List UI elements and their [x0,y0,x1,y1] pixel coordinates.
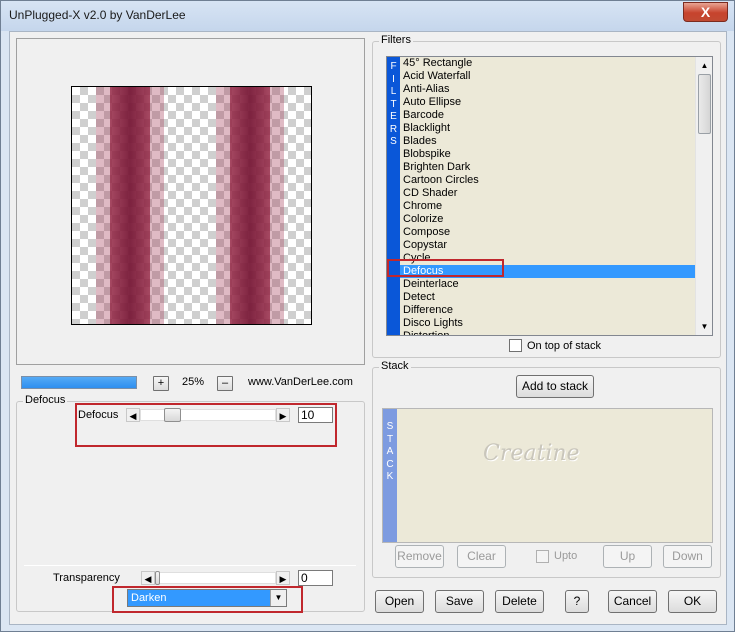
zoom-level: 25% [182,376,205,388]
filter-list-item[interactable]: Detect [400,291,697,304]
filter-list-scrollbar[interactable]: ▲ ▼ [695,57,712,335]
filter-list-item[interactable]: Anti-Alias [400,83,697,96]
filter-list-item[interactable]: Blacklight [400,122,697,135]
stack-group-title: Stack [379,360,411,372]
save-button[interactable]: Save [435,590,484,613]
transparency-slider[interactable]: ◀ ▶ [141,571,290,585]
filter-list-item[interactable]: Acid Waterfall [400,70,697,83]
zoom-out-button[interactable]: – [217,376,233,391]
title-bar[interactable]: UnPlugged-X v2.0 by VanDerLee X [1,1,734,31]
filters-strip: FILTERS [387,57,400,335]
dialog-client: + 25% – www.VanDerLee.com Defocus Defocu… [9,31,727,625]
preview-panel [16,38,365,365]
zoom-in-button[interactable]: + [153,376,169,391]
transparency-slider-thumb[interactable] [155,571,160,585]
upto-checkbox[interactable] [536,550,549,563]
blend-mode-highlight [112,586,303,613]
plugin-window: UnPlugged-X v2.0 by VanDerLee X + 25% – … [0,0,735,632]
up-button[interactable]: Up [603,545,652,568]
separator [24,565,356,566]
filters-group: Filters FILTERS 45° Rectangle Acid Waterf… [372,34,721,358]
filter-list-item[interactable]: Brighten Dark [400,161,697,174]
parameters-group-title: Defocus [23,394,68,406]
filter-list[interactable]: FILTERS 45° Rectangle Acid Waterfall Anti-… [386,56,713,336]
filter-list-item[interactable]: Chrome [400,200,697,213]
filter-list-item[interactable]: Compose [400,226,697,239]
window-title: UnPlugged-X v2.0 by VanDerLee [9,8,186,22]
defocus-highlight [75,403,337,447]
ok-button[interactable]: OK [668,590,717,613]
progress-bar [21,376,137,389]
on-top-of-stack-checkbox[interactable] [509,339,522,352]
stack-strip: STACK [383,409,397,542]
website-link[interactable]: www.VanDerLee.com [248,376,353,388]
scroll-up-icon[interactable]: ▲ [697,58,712,73]
upto-label: Upto [554,550,578,562]
filters-group-title: Filters [379,34,413,46]
filter-list-item[interactable]: 45° Rectangle [400,57,697,70]
stack-group: Stack Add to stack STACK Creatine Remove… [372,360,721,578]
open-button[interactable]: Open [375,590,424,613]
down-button[interactable]: Down [663,545,712,568]
clear-button[interactable]: Clear [457,545,506,568]
slider-right-arrow-icon[interactable]: ▶ [276,571,290,585]
delete-button[interactable]: Delete [495,590,544,613]
selected-filter-highlight [387,259,504,277]
transparency-value-field[interactable]: 0 [298,570,333,586]
scroll-down-icon[interactable]: ▼ [697,319,712,334]
filter-items: 45° Rectangle Acid Waterfall Anti-Alias Aut… [400,57,697,335]
filter-list-item[interactable]: Auto Ellipse [400,96,697,109]
close-button[interactable]: X [683,2,728,22]
transparency-label: Transparency [53,572,120,584]
filter-list-item[interactable]: Copystar [400,239,697,252]
remove-button[interactable]: Remove [395,545,444,568]
filter-list-item[interactable]: Cartoon Circles [400,174,697,187]
scroll-thumb[interactable] [698,74,711,134]
on-top-of-stack-label[interactable]: On top of stack [527,340,601,352]
filter-list-item[interactable]: Barcode [400,109,697,122]
filter-list-item[interactable]: Blobspike [400,148,697,161]
filter-list-item[interactable]: Blades [400,135,697,148]
cancel-button[interactable]: Cancel [608,590,657,613]
filter-list-item[interactable]: CD Shader [400,187,697,200]
help-button[interactable]: ? [565,590,589,613]
filter-list-item[interactable]: Deinterlace [400,278,697,291]
preview-image[interactable] [71,86,312,325]
watermark-logo: Creatine [483,441,580,466]
stack-list[interactable]: STACK Creatine [382,408,713,543]
slider-left-arrow-icon[interactable]: ◀ [141,571,155,585]
add-to-stack-button[interactable]: Add to stack [516,375,594,398]
filter-list-item[interactable]: Disco Lights [400,317,697,330]
filter-list-item[interactable]: Colorize [400,213,697,226]
filter-list-item[interactable]: Difference [400,304,697,317]
filter-list-item[interactable]: Distortion [400,330,697,335]
